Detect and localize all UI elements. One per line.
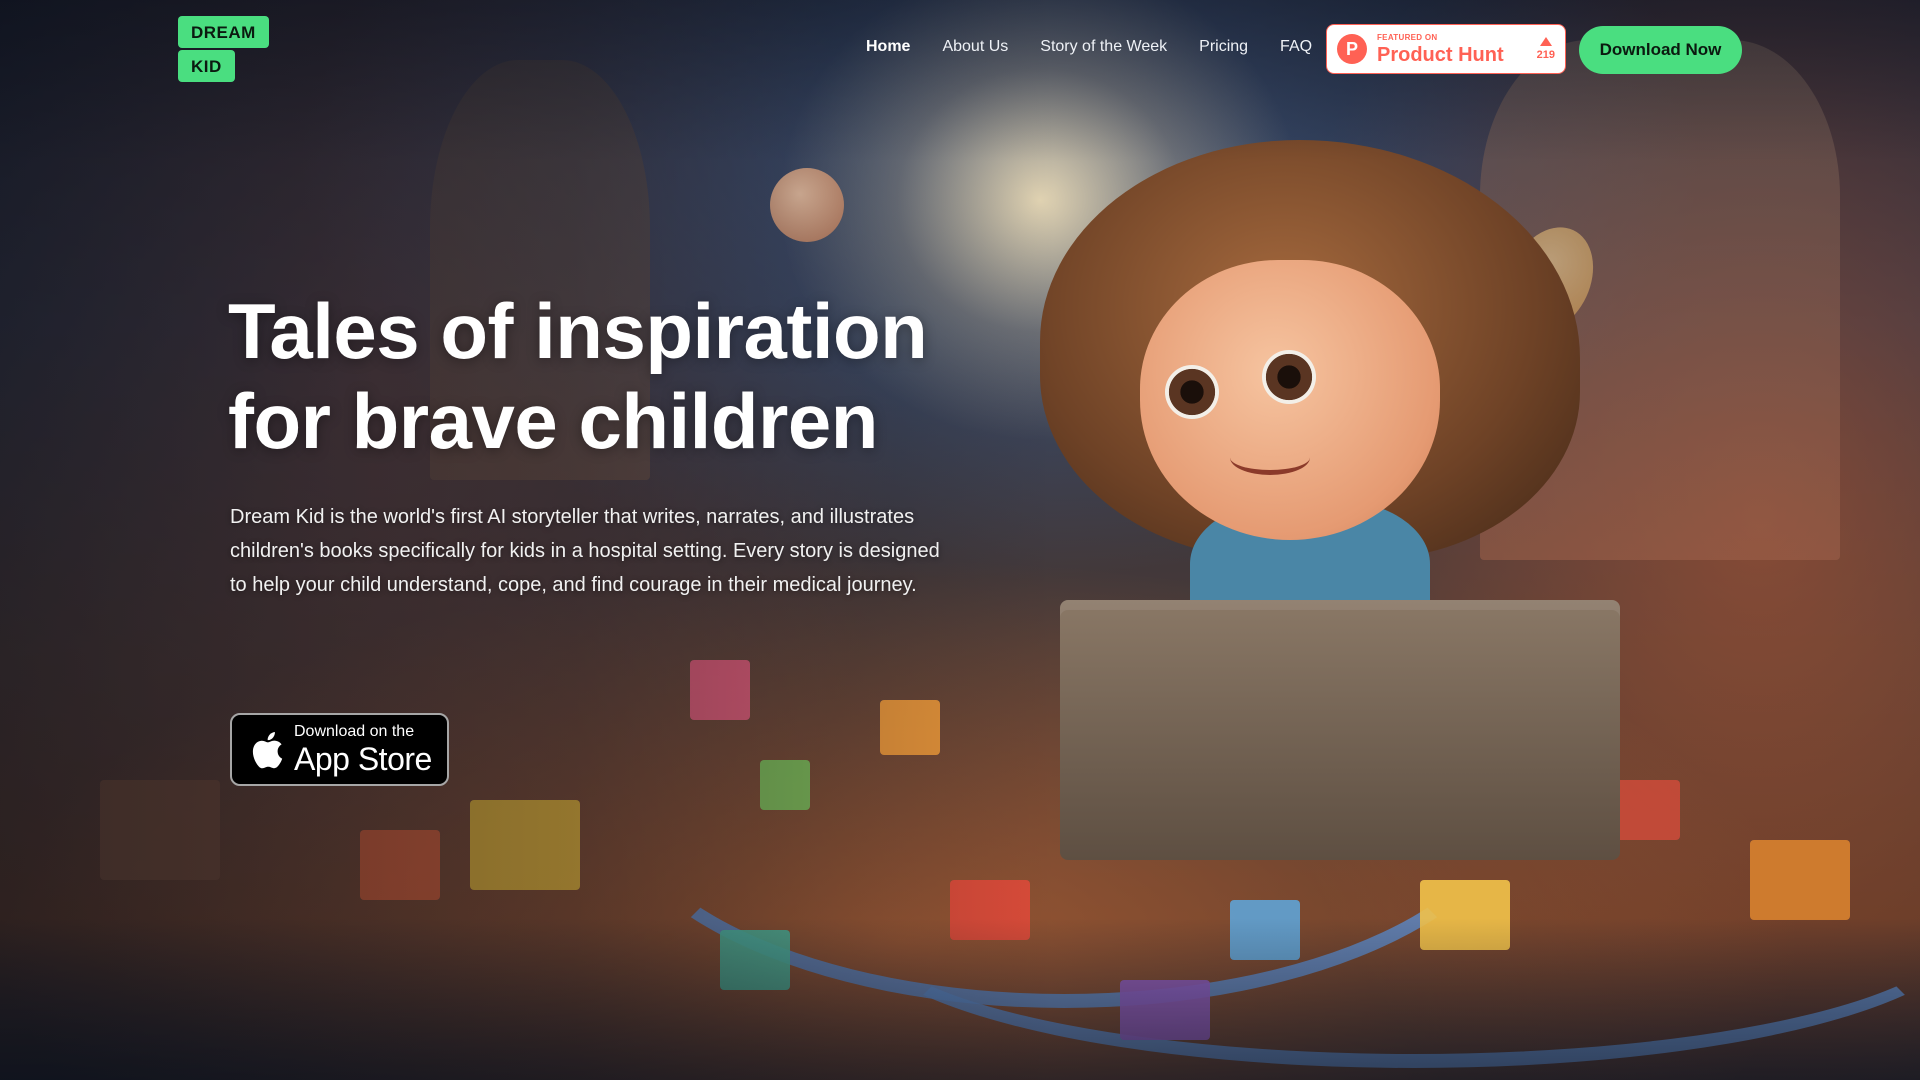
download-now-button[interactable]: Download Now bbox=[1579, 26, 1742, 74]
logo-line-dream: DREAM bbox=[178, 16, 269, 48]
nav-item-pricing[interactable]: Pricing bbox=[1199, 38, 1248, 56]
app-store-button[interactable]: Download on the App Store bbox=[230, 713, 449, 786]
product-hunt-text: FEATURED ON Product Hunt bbox=[1377, 32, 1504, 66]
logo[interactable]: DREAM KID bbox=[178, 16, 269, 82]
nav-item-story-of-the-week[interactable]: Story of the Week bbox=[1040, 38, 1167, 56]
upvote-arrow-icon bbox=[1539, 37, 1552, 46]
product-hunt-featured-label: FEATURED ON bbox=[1377, 32, 1438, 42]
apple-icon bbox=[252, 731, 283, 768]
main-nav: Home About Us Story of the Week Pricing … bbox=[866, 38, 1312, 56]
nav-item-about-us[interactable]: About Us bbox=[942, 38, 1008, 56]
app-store-small-label: Download on the bbox=[294, 723, 415, 740]
product-hunt-vote-count: 219 bbox=[1536, 49, 1555, 61]
product-hunt-badge[interactable]: P FEATURED ON Product Hunt 219 bbox=[1326, 24, 1566, 74]
landing-page: DREAM KID Home About Us Story of the Wee… bbox=[0, 0, 1920, 1080]
hero-title-line-2: for brave children bbox=[228, 377, 878, 465]
nav-item-faq[interactable]: FAQ bbox=[1280, 38, 1312, 56]
product-hunt-votes: 219 bbox=[1537, 37, 1555, 61]
product-hunt-name: Product Hunt bbox=[1377, 43, 1504, 66]
hero-title: Tales of inspiration for brave children bbox=[228, 286, 988, 466]
hero-description: Dream Kid is the world's first AI storyt… bbox=[230, 506, 940, 596]
hero-title-line-1: Tales of inspiration bbox=[228, 287, 928, 375]
nav-item-home[interactable]: Home bbox=[866, 38, 910, 56]
logo-line-kid: KID bbox=[178, 50, 235, 82]
app-store-text: Download on the App Store bbox=[294, 723, 432, 777]
product-hunt-icon: P bbox=[1337, 34, 1367, 64]
app-store-big-label: App Store bbox=[294, 741, 432, 777]
